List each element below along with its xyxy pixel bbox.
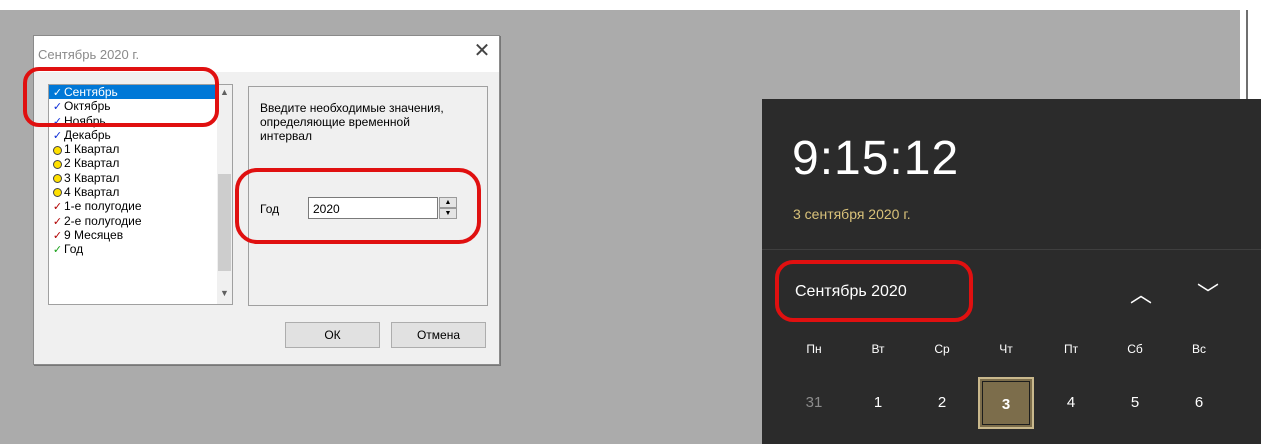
- calendar-day-number: 3: [1001, 396, 1011, 413]
- calendar-day-number: 1: [873, 394, 883, 411]
- list-item[interactable]: ✓ Год: [49, 242, 217, 256]
- list-item[interactable]: ✓ 2-е полугодие: [49, 214, 217, 228]
- cancel-button[interactable]: Отмена: [391, 322, 486, 348]
- calendar-day[interactable]: 31: [786, 377, 842, 429]
- weekday-header: Пт: [1063, 342, 1079, 356]
- ok-button[interactable]: ОК: [285, 322, 380, 348]
- list-item-label: 9 Месяцев: [64, 227, 124, 242]
- calendar-day[interactable]: 1: [850, 377, 906, 429]
- calendar-day[interactable]: 2: [914, 377, 970, 429]
- calendar-day-today[interactable]: 3: [978, 377, 1034, 429]
- list-item[interactable]: ✓ Декабрь: [49, 128, 217, 142]
- check-icon: ✓: [52, 129, 63, 142]
- calendar-day[interactable]: 4: [1043, 377, 1099, 429]
- list-item-label: 3 Квартал: [64, 170, 120, 185]
- list-item-label: 1 Квартал: [64, 142, 120, 157]
- calendar-day-number: 6: [1194, 394, 1204, 411]
- list-item[interactable]: 1 Квартал: [49, 142, 217, 156]
- list-item-label: 1-е полугодие: [64, 199, 142, 214]
- scroll-thumb[interactable]: [218, 174, 231, 271]
- yellow-dot-icon: [53, 159, 62, 169]
- check-icon: ✓: [52, 229, 63, 242]
- check-icon: ✓: [52, 215, 63, 228]
- chevron-down-icon[interactable]: ﹀: [1194, 277, 1222, 307]
- list-item-label: 2 Квартал: [64, 156, 120, 171]
- yellow-dot-icon: [53, 145, 62, 155]
- scroll-up-arrow-icon[interactable]: ▲: [217, 87, 232, 99]
- scroll-down-arrow-icon[interactable]: ▼: [217, 288, 232, 300]
- clock-time: 9:15:12: [792, 132, 960, 185]
- dialog-title: Сентябрь 2020 г.: [38, 47, 140, 62]
- weekday-header: Чт: [999, 342, 1013, 356]
- weekday-header: Вт: [871, 342, 885, 356]
- interval-prompt: Введите необходимые значения, определяющ…: [260, 101, 444, 143]
- calendar-day-number: 2: [937, 394, 947, 411]
- list-item-label: 2-е полугодие: [64, 213, 142, 228]
- check-icon: ✓: [52, 244, 63, 257]
- highlight-month-label: [775, 260, 973, 322]
- list-item[interactable]: ✓ 1-е полугодие: [49, 199, 217, 213]
- flyout-divider: [762, 249, 1261, 250]
- list-item-label: Декабрь: [64, 127, 111, 142]
- list-item[interactable]: ✓ 9 Месяцев: [49, 228, 217, 242]
- highlight-list-selection: [23, 67, 219, 127]
- list-item[interactable]: 2 Квартал: [49, 156, 217, 170]
- list-item[interactable]: 4 Квартал: [49, 185, 217, 199]
- weekday-header: Ср: [934, 342, 950, 356]
- highlight-year-field: [235, 168, 481, 244]
- close-icon[interactable]: ✕: [473, 41, 491, 61]
- list-item-label: Год: [64, 242, 84, 257]
- yellow-dot-icon: [53, 188, 62, 198]
- weekday-header: Вс: [1191, 342, 1206, 356]
- weekday-header: Пн: [806, 342, 822, 356]
- weekday-header: Сб: [1127, 342, 1143, 356]
- calendar-day-number: 31: [805, 394, 823, 411]
- calendar-day[interactable]: 5: [1107, 377, 1163, 429]
- calendar-day-number: 4: [1066, 394, 1076, 411]
- clock-date[interactable]: 3 сентября 2020 г.: [793, 206, 911, 222]
- calendar-day-number: 5: [1130, 394, 1140, 411]
- calendar-day[interactable]: 6: [1171, 377, 1227, 429]
- list-scrollbar[interactable]: ▲ ▼: [217, 85, 232, 304]
- chevron-up-icon[interactable]: ︿: [1127, 277, 1155, 307]
- check-icon: ✓: [52, 201, 63, 214]
- list-item[interactable]: 3 Квартал: [49, 171, 217, 185]
- yellow-dot-icon: [53, 174, 62, 184]
- list-item-label: 4 Квартал: [64, 185, 120, 200]
